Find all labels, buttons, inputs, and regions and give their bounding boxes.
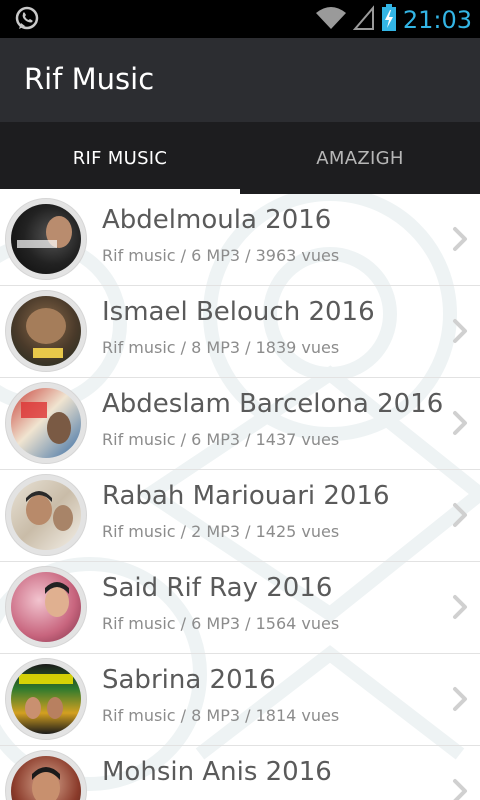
- list-item[interactable]: Abdelmoula 2016 Rif music / 6 MP3 / 3963…: [0, 194, 480, 286]
- list-item[interactable]: Rabah Mariouari 2016 Rif music / 2 MP3 /…: [0, 470, 480, 562]
- item-title: Mohsin Anis 2016: [102, 757, 332, 787]
- list-item[interactable]: Said Rif Ray 2016 Rif music / 6 MP3 / 15…: [0, 562, 480, 654]
- list-item[interactable]: Mohsin Anis 2016: [0, 746, 480, 800]
- item-title: Said Rif Ray 2016: [102, 573, 333, 603]
- item-subtitle: Rif music / 6 MP3 / 1437 vues: [102, 430, 340, 449]
- tab-rif-music[interactable]: RIF MUSIC: [0, 122, 240, 194]
- chevron-right-icon: [453, 503, 467, 527]
- item-title: Ismael Belouch 2016: [102, 297, 375, 327]
- item-subtitle: Rif music / 2 MP3 / 1425 vues: [102, 522, 340, 541]
- album-thumbnail: [5, 750, 87, 800]
- item-title: Rabah Mariouari 2016: [102, 481, 390, 511]
- app-title: Rif Music: [24, 62, 155, 96]
- chevron-right-icon: [453, 595, 467, 619]
- album-thumbnail: [5, 382, 87, 464]
- status-clock: 21:03: [402, 6, 472, 34]
- wifi-icon: [315, 5, 347, 35]
- item-subtitle: Rif music / 6 MP3 / 1564 vues: [102, 614, 340, 633]
- item-subtitle: Rif music / 8 MP3 / 1839 vues: [102, 338, 340, 357]
- status-icons: 21:03: [315, 4, 472, 36]
- album-thumbnail: [5, 198, 87, 280]
- item-title: Abdelmoula 2016: [102, 205, 332, 235]
- signal-icon: [352, 5, 375, 35]
- list-item[interactable]: Abdeslam Barcelona 2016 Rif music / 6 MP…: [0, 378, 480, 470]
- action-bar: Rif Music: [0, 38, 480, 122]
- chevron-right-icon: [453, 687, 467, 711]
- list-item[interactable]: Ismael Belouch 2016 Rif music / 8 MP3 / …: [0, 286, 480, 378]
- tab-label: RIF MUSIC: [72, 147, 168, 169]
- album-thumbnail: [5, 474, 87, 556]
- tab-bar: RIF MUSIC AMAZIGH: [0, 122, 480, 194]
- tab-label: AMAZIGH: [316, 147, 404, 169]
- item-title: Sabrina 2016: [102, 665, 276, 695]
- chevron-right-icon: [453, 319, 467, 343]
- chevron-right-icon: [453, 411, 467, 435]
- album-thumbnail: [5, 290, 87, 372]
- item-subtitle: Rif music / 6 MP3 / 3963 vues: [102, 246, 340, 265]
- album-thumbnail: [5, 658, 87, 740]
- item-title: Abdeslam Barcelona 2016: [102, 389, 444, 419]
- chevron-right-icon: [453, 779, 467, 800]
- item-subtitle: Rif music / 8 MP3 / 1814 vues: [102, 706, 340, 725]
- battery-charging-icon: [381, 4, 397, 36]
- status-bar: 21:03: [0, 0, 480, 38]
- album-thumbnail: [5, 566, 87, 648]
- list-item[interactable]: Sabrina 2016 Rif music / 8 MP3 / 1814 vu…: [0, 654, 480, 746]
- chevron-right-icon: [453, 227, 467, 251]
- tab-amazigh[interactable]: AMAZIGH: [240, 122, 480, 194]
- whatsapp-icon: [14, 6, 40, 36]
- album-list[interactable]: Abdelmoula 2016 Rif music / 6 MP3 / 3963…: [0, 194, 480, 800]
